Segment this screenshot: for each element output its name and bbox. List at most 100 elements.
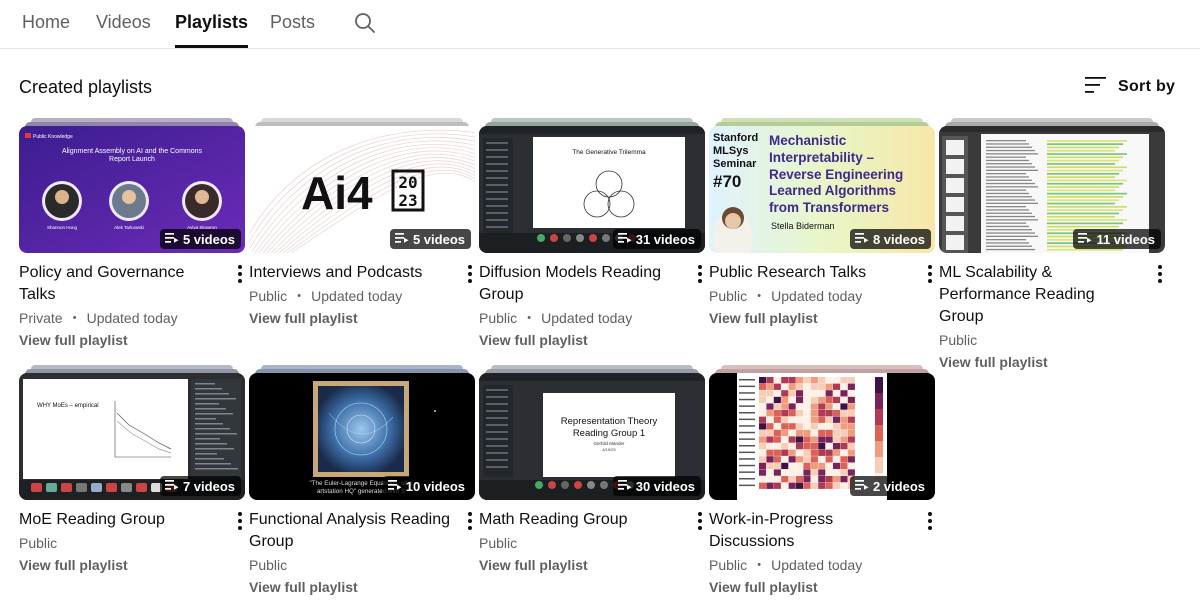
search-icon[interactable] bbox=[353, 11, 377, 35]
playlist-title[interactable]: Public Research Talks bbox=[709, 262, 913, 284]
tab-videos[interactable]: Videos bbox=[96, 12, 151, 49]
visibility-label: Public bbox=[709, 557, 748, 573]
video-count: 8 videos bbox=[872, 231, 925, 247]
visibility-label: Public bbox=[19, 535, 58, 551]
thumb-presenter: Gerhild Mander bbox=[593, 441, 625, 446]
thumb-logo: Ai4 bbox=[301, 167, 373, 219]
updated-label: Updated today bbox=[311, 288, 403, 304]
playlist-icon bbox=[617, 479, 632, 494]
visibility-label: Public bbox=[479, 535, 518, 551]
playlist-icon bbox=[164, 232, 179, 247]
playlist-thumbnail[interactable]: Representation Theory Reading Group 1 Ge… bbox=[479, 373, 705, 500]
video-count-badge: 5 videos bbox=[389, 229, 471, 249]
thumb-person-1: Shannon Hong bbox=[47, 225, 78, 230]
updated-label: Updated today bbox=[86, 310, 178, 326]
video-count-badge: 7 videos bbox=[159, 476, 241, 496]
tab-posts[interactable]: Posts bbox=[270, 12, 315, 49]
more-vert-icon[interactable] bbox=[922, 510, 938, 532]
visibility-label: Public bbox=[479, 310, 518, 326]
playlist-thumbnail[interactable]: Ai4 20 23 5 videos bbox=[249, 126, 475, 253]
playlist-title[interactable]: Work-in-Progress Discussions bbox=[709, 509, 913, 553]
playlist-icon bbox=[164, 479, 179, 494]
thumb-title-3: Reverse Engineering bbox=[769, 167, 903, 182]
playlist-icon bbox=[854, 479, 869, 494]
playlist-title[interactable]: Math Reading Group bbox=[479, 509, 683, 531]
more-vert-icon[interactable] bbox=[692, 263, 708, 285]
updated-label: Updated today bbox=[771, 288, 863, 304]
thumb-title-2: Interpretability – bbox=[769, 150, 875, 165]
more-vert-icon[interactable] bbox=[462, 263, 478, 285]
video-count-badge: 5 videos bbox=[159, 229, 241, 249]
playlist-status: Public bbox=[19, 533, 223, 553]
thumb-heading: The Generative Trilemma bbox=[572, 149, 646, 156]
video-count-badge: 30 videos bbox=[612, 476, 701, 496]
playlist-title[interactable]: Diffusion Models Reading Group bbox=[479, 262, 683, 306]
updated-label: Updated today bbox=[541, 310, 633, 326]
view-full-playlist-link[interactable]: View full playlist bbox=[249, 577, 453, 597]
thumb-series-2: MLSys bbox=[713, 145, 748, 157]
playlist-icon bbox=[387, 479, 402, 494]
playlist-title[interactable]: Interviews and Podcasts bbox=[249, 262, 453, 284]
thumb-series-1: Stanford bbox=[713, 132, 758, 144]
thumb-year-bottom: 23 bbox=[398, 191, 417, 210]
view-full-playlist-link[interactable]: View full playlist bbox=[709, 577, 913, 597]
playlist-thumbnail[interactable]: The Generative Trilemma 31 videos bbox=[479, 126, 705, 253]
playlist-card: Stanford MLSys Seminar #70 Mechanistic I… bbox=[709, 118, 938, 328]
thumb-brand: Public Knowledge bbox=[33, 134, 73, 140]
playlist-thumbnail[interactable]: WHY MoEs – empirical 7 videos bbox=[19, 373, 245, 500]
more-vert-icon[interactable] bbox=[922, 263, 938, 285]
playlist-icon bbox=[394, 232, 409, 247]
playlist-thumbnail[interactable]: 11 videos bbox=[939, 126, 1165, 253]
video-count-badge: 8 videos bbox=[849, 229, 931, 249]
view-full-playlist-link[interactable]: View full playlist bbox=[709, 308, 913, 328]
visibility-label: Private bbox=[19, 310, 63, 326]
playlist-card: Representation Theory Reading Group 1 Ge… bbox=[479, 365, 708, 575]
playlist-status: Private ・ Updated today bbox=[19, 308, 223, 328]
thumb-title-1: Mechanistic bbox=[769, 133, 847, 148]
playlist-title[interactable]: MoE Reading Group bbox=[19, 509, 223, 531]
view-full-playlist-link[interactable]: View full playlist bbox=[19, 330, 223, 350]
separator-dot: ・ bbox=[522, 310, 537, 326]
more-vert-icon[interactable] bbox=[232, 510, 248, 532]
thumb-person-2: Alek Tarkowski bbox=[114, 225, 144, 230]
video-count-badge: 31 videos bbox=[612, 229, 701, 249]
playlist-card: 2 videos Work-in-Progress Discussions Pu… bbox=[709, 365, 938, 597]
more-vert-icon[interactable] bbox=[232, 263, 248, 285]
video-count-badge: 2 videos bbox=[849, 476, 931, 496]
playlist-status: Public bbox=[939, 330, 1143, 350]
separator-dot: ・ bbox=[752, 288, 767, 304]
tab-home[interactable]: Home bbox=[22, 12, 70, 49]
more-vert-icon[interactable] bbox=[1152, 263, 1168, 285]
thumb-subheading: Report Launch bbox=[109, 156, 155, 163]
video-count-badge: 11 videos bbox=[1073, 229, 1161, 249]
thumb-year-top: 20 bbox=[398, 173, 417, 192]
view-full-playlist-link[interactable]: View full playlist bbox=[479, 555, 683, 575]
sort-button[interactable]: Sort by bbox=[1085, 76, 1175, 98]
view-full-playlist-link[interactable]: View full playlist bbox=[19, 555, 223, 575]
view-full-playlist-link[interactable]: View full playlist bbox=[479, 330, 683, 350]
view-full-playlist-link[interactable]: View full playlist bbox=[939, 352, 1143, 372]
playlist-thumbnail[interactable]: "The Euler-Lagrange Equations, oil p art… bbox=[249, 373, 475, 500]
video-count: 31 videos bbox=[635, 231, 695, 247]
video-count: 2 videos bbox=[872, 478, 925, 494]
video-count: 10 videos bbox=[405, 478, 465, 494]
view-full-playlist-link[interactable]: View full playlist bbox=[249, 308, 453, 328]
updated-label: Updated today bbox=[771, 557, 863, 573]
thumb-speaker: Stella Biderman bbox=[771, 221, 835, 231]
more-vert-icon[interactable] bbox=[692, 510, 708, 532]
playlist-title[interactable]: ML Scalability & Performance Reading Gro… bbox=[939, 262, 1143, 328]
playlist-card: The Generative Trilemma 31 videos Diffus… bbox=[479, 118, 708, 350]
more-vert-icon[interactable] bbox=[462, 510, 478, 532]
playlist-thumbnail[interactable]: 2 videos bbox=[709, 373, 935, 500]
playlist-title[interactable]: Policy and Governance Talks bbox=[19, 262, 223, 306]
tab-playlists[interactable]: Playlists bbox=[175, 12, 249, 48]
thumb-series-3: Seminar bbox=[713, 158, 757, 170]
visibility-label: Public bbox=[709, 288, 748, 304]
playlist-thumbnail[interactable]: Stanford MLSys Seminar #70 Mechanistic I… bbox=[709, 126, 935, 253]
thumb-title-5: from Transformers bbox=[769, 200, 889, 215]
playlist-thumbnail[interactable]: Public Knowledge Alignment Assembly on A… bbox=[19, 126, 245, 253]
playlist-status: Public ・ Updated today bbox=[479, 308, 683, 328]
video-count: 11 videos bbox=[1096, 231, 1155, 247]
visibility-label: Public bbox=[249, 288, 288, 304]
playlist-title[interactable]: Functional Analysis Reading Group bbox=[249, 509, 453, 553]
